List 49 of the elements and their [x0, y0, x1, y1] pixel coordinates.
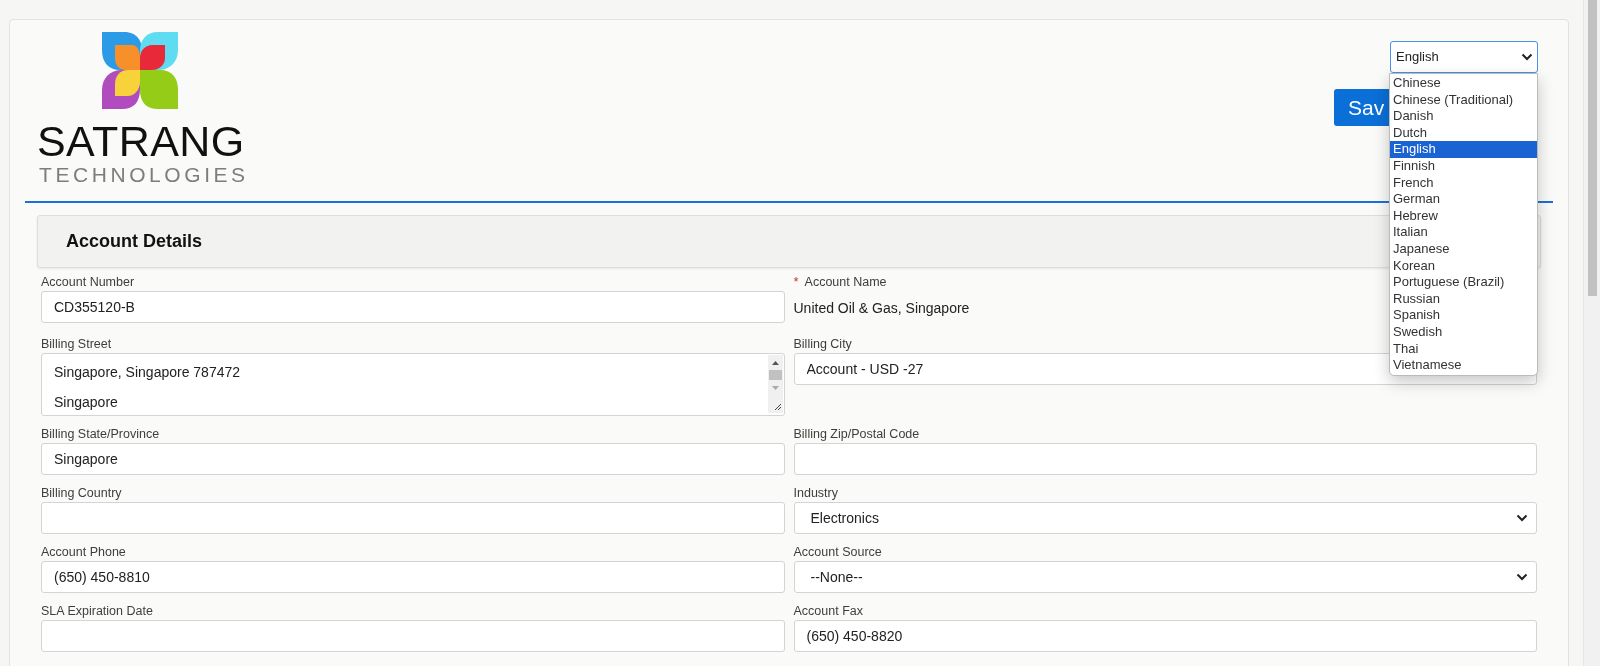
language-option[interactable]: Dutch — [1390, 124, 1537, 142]
language-option[interactable]: Spanish — [1390, 307, 1537, 324]
language-option[interactable]: Hebrew — [1390, 207, 1537, 225]
text-field[interactable] — [41, 502, 785, 534]
field-label: Account Phone — [41, 543, 126, 561]
text-field[interactable]: Singapore — [41, 443, 785, 475]
field-label: SLA Expiration Date — [41, 602, 153, 620]
field-label: Billing City — [793, 335, 852, 353]
language-option[interactable]: English — [1390, 141, 1537, 158]
language-option[interactable]: Korean — [1390, 257, 1537, 275]
logo-wordmark: SATRANG — [37, 121, 245, 161]
language-option[interactable]: Swedish — [1390, 323, 1537, 341]
language-option[interactable]: Finnish — [1390, 157, 1537, 175]
language-option[interactable]: German — [1390, 191, 1537, 208]
field-label: Account Source — [793, 543, 882, 561]
language-option[interactable]: Portuguese (Brazil) — [1390, 274, 1537, 291]
field-label: Billing Zip/Postal Code — [793, 425, 920, 443]
textarea-field[interactable]: Singapore, Singapore 787472 Singapore — [41, 353, 785, 416]
section-title: Account Details — [66, 230, 203, 253]
field-label: Account Number — [41, 273, 135, 291]
required-marker: * — [793, 273, 799, 292]
chevron-down-icon — [1516, 514, 1528, 522]
language-option[interactable]: Japanese — [1390, 240, 1537, 258]
chevron-down-icon — [1516, 573, 1528, 581]
chevron-down-icon — [1521, 53, 1533, 61]
logo-icon — [102, 32, 178, 109]
field-label: Industry — [793, 484, 838, 502]
field-label: Billing State/Province — [41, 425, 160, 443]
language-option[interactable]: Vietnamese — [1390, 357, 1537, 374]
language-option[interactable]: Chinese (Traditional) — [1390, 91, 1537, 109]
field-label: Account Name — [804, 273, 887, 291]
field-label: Billing Street — [41, 335, 112, 353]
text-field[interactable]: (650) 450-8810 — [41, 561, 785, 593]
field-label: Account Fax — [793, 602, 863, 620]
text-field[interactable]: CD355120-B — [41, 291, 785, 323]
text-field[interactable] — [793, 443, 1537, 475]
field-value: United Oil & Gas, Singapore — [793, 299, 970, 318]
language-option[interactable]: Italian — [1390, 224, 1537, 241]
language-option[interactable]: French — [1390, 174, 1537, 192]
language-option[interactable]: Chinese — [1390, 75, 1537, 92]
text-field[interactable]: (650) 450-8820 — [793, 620, 1537, 652]
text-field[interactable] — [41, 620, 785, 652]
language-select[interactable]: English — [1390, 41, 1538, 73]
select-field[interactable]: Electronics — [793, 502, 1537, 534]
field-label: Billing Country — [41, 484, 122, 502]
logo-tagline: TECHNOLOGIES — [39, 163, 249, 187]
language-option[interactable]: Danish — [1390, 108, 1537, 125]
select-field[interactable]: --None-- — [793, 561, 1537, 593]
language-option[interactable]: Russian — [1390, 290, 1537, 308]
